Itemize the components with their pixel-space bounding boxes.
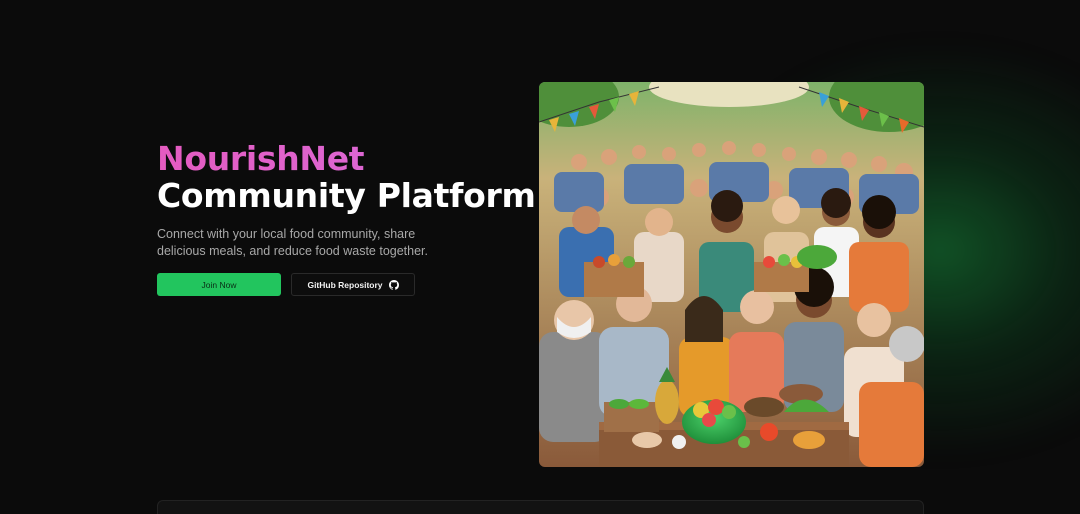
community-illustration	[539, 82, 924, 467]
hero-subtitle: Connect with your local food community, …	[157, 227, 429, 258]
join-now-button[interactable]: Join Now	[157, 273, 281, 296]
brand-title: NourishNet	[157, 140, 517, 177]
github-repository-label: GitHub Repository	[307, 279, 383, 290]
hero-text-section: NourishNet Community Platform Connect wi…	[157, 140, 536, 296]
community-food-sharing-illustration	[539, 82, 924, 467]
page-title: Community Platform	[157, 176, 536, 215]
hero-actions: Join Now GitHub Repository	[157, 273, 517, 296]
join-now-label: Join Now	[201, 279, 237, 290]
content-card	[157, 500, 924, 514]
landing-page: NourishNet Community Platform Connect wi…	[0, 0, 1080, 514]
github-repository-button[interactable]: GitHub Repository	[291, 273, 415, 296]
github-icon	[388, 279, 399, 290]
